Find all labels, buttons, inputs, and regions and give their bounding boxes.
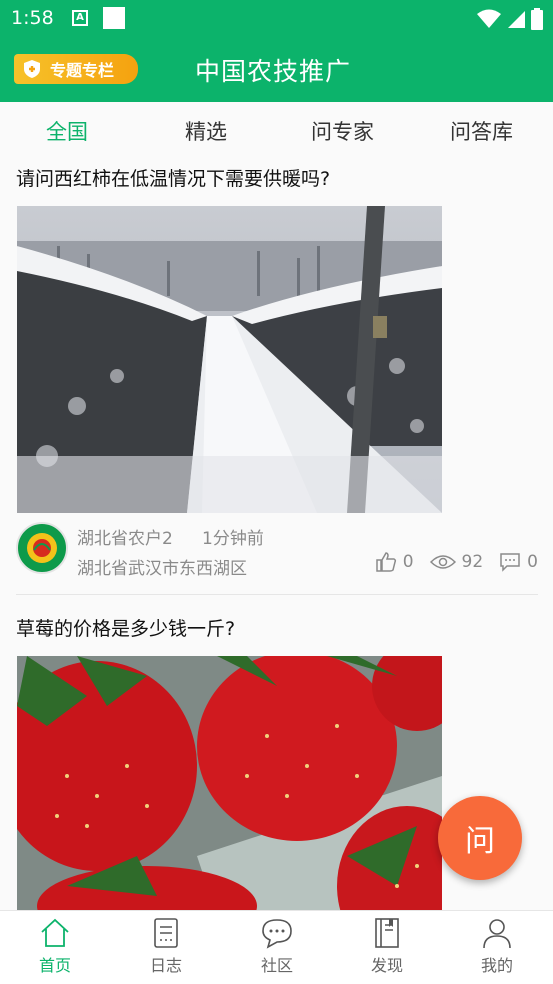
post-image-snow-greenhouse[interactable] (17, 206, 442, 513)
nav-home-label: 首页 (38, 956, 71, 975)
post-meta: 湖北省农户2 1分钟前 湖北省武汉市东西湖区 0 92 0 (16, 518, 538, 579)
app-bar: 专题专栏 中国农技推广 (0, 38, 553, 102)
person-icon (483, 919, 511, 949)
nav-me[interactable]: 我的 (452, 917, 542, 976)
comment-stat[interactable]: 0 (499, 552, 538, 572)
home-icon (41, 918, 69, 947)
view-count: 92 (461, 552, 484, 572)
avatar[interactable] (16, 522, 68, 574)
signal-icon (508, 11, 525, 28)
notification-square-icon (103, 7, 125, 29)
post-time: 1分钟前 (202, 529, 264, 549)
battery-icon (531, 8, 543, 30)
nav-community-label: 社区 (260, 956, 293, 975)
app-title: 中国农技推广 (195, 57, 352, 86)
special-column-label: 专题专栏 (50, 61, 115, 80)
comment-count: 0 (527, 552, 538, 572)
question-title[interactable]: 请问西红柿在低温情况下需要供暖吗? (16, 164, 330, 191)
status-bar: 1:58 A (0, 0, 553, 38)
thumb-up-icon (375, 552, 396, 572)
chat-icon (262, 919, 292, 949)
question-title[interactable]: 草莓的价格是多少钱一斤? (16, 614, 235, 641)
status-time: 1:58 (11, 7, 54, 29)
comment-icon (500, 553, 520, 572)
ask-question-button[interactable]: 问 (438, 796, 522, 880)
divider (16, 594, 538, 595)
nav-community[interactable]: 社区 (232, 917, 322, 976)
notification-a-icon: A (72, 10, 88, 26)
like-count: 0 (402, 552, 414, 572)
agri-logo-icon (19, 525, 65, 571)
nav-discover-label: 发现 (370, 956, 403, 975)
tab-qa-library[interactable]: 问答库 (450, 116, 513, 146)
nav-journal-label: 日志 (149, 956, 182, 975)
snow-greenhouse-image (17, 206, 442, 513)
like-stat[interactable]: 0 (375, 551, 414, 573)
view-stat: 92 (429, 552, 484, 572)
nav-journal[interactable]: 日志 (121, 917, 211, 976)
top-tabs: 全国 精选 问专家 问答库 (0, 102, 553, 158)
post-image-strawberries[interactable] (17, 656, 442, 910)
strawberries-image (17, 656, 442, 910)
post-location: 湖北省武汉市东西湖区 (77, 559, 247, 579)
tab-nationwide[interactable]: 全国 (46, 116, 88, 146)
tab-ask-expert[interactable]: 问专家 (311, 116, 374, 146)
book-icon (375, 918, 399, 948)
journal-icon (154, 918, 178, 948)
tab-featured[interactable]: 精选 (185, 116, 227, 146)
post-author[interactable]: 湖北省农户2 (77, 524, 173, 549)
nav-home[interactable]: 首页 (10, 917, 100, 976)
nav-me-label: 我的 (480, 956, 513, 975)
special-column-button[interactable]: 专题专栏 (14, 54, 138, 84)
eye-icon (429, 555, 456, 569)
nav-discover[interactable]: 发现 (342, 917, 432, 976)
wifi-icon (477, 9, 501, 28)
post-stats: 0 92 0 (363, 551, 538, 573)
bottom-nav: 首页 日志 社区 发现 我的 (0, 910, 553, 984)
shield-icon (24, 60, 40, 78)
